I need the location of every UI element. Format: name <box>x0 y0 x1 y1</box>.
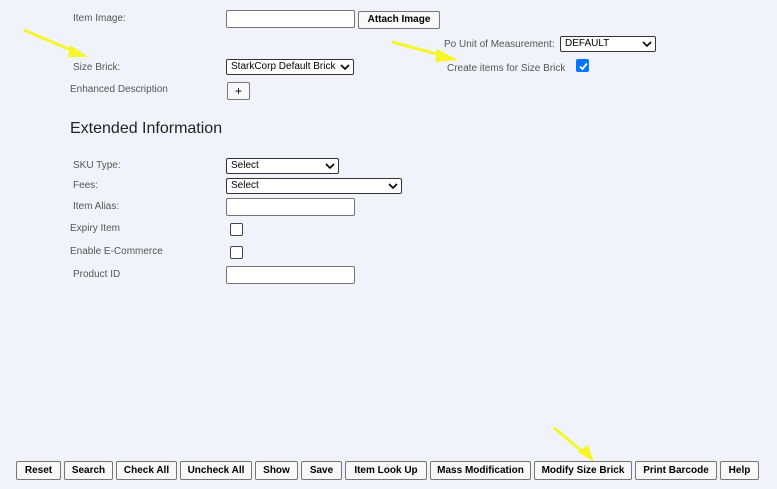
help-button[interactable]: Help <box>720 461 759 480</box>
chevron-down-icon <box>325 163 335 170</box>
enhanced-description-add-button[interactable]: + <box>227 82 250 100</box>
create-items-checkbox[interactable] <box>576 59 589 72</box>
attach-image-button[interactable]: Attach Image <box>358 11 440 29</box>
fees-select[interactable]: Select <box>226 178 402 194</box>
yellow-arrow-icon <box>23 28 88 57</box>
po-unit-value: DEFAULT <box>565 38 610 49</box>
chevron-down-icon <box>340 64 350 71</box>
checkmark-icon <box>579 62 588 71</box>
search-button[interactable]: Search <box>64 461 113 480</box>
fees-label: Fees: <box>73 180 99 191</box>
uncheck-all-button[interactable]: Uncheck All <box>180 461 252 480</box>
check-all-button[interactable]: Check All <box>116 461 177 480</box>
item-image-label: Item Image: <box>73 13 126 24</box>
size-brick-select[interactable]: StarkCorp Default Brick <box>226 59 354 75</box>
size-brick-label: Size Brick: <box>73 62 121 73</box>
reset-button[interactable]: Reset <box>16 461 61 480</box>
expiry-item-label: Expiry Item <box>70 223 121 234</box>
product-id-input[interactable] <box>226 266 355 284</box>
product-id-label: Product ID <box>73 269 121 280</box>
enable-ecommerce-label: Enable E-Commerce <box>70 246 163 257</box>
chevron-down-icon <box>642 41 652 48</box>
mass-modification-button[interactable]: Mass Modification <box>430 461 531 480</box>
print-barcode-button[interactable]: Print Barcode <box>635 461 717 480</box>
enhanced-description-label: Enhanced Description <box>70 84 168 95</box>
fees-value: Select <box>231 180 259 191</box>
save-button[interactable]: Save <box>301 461 342 480</box>
item-image-input[interactable] <box>226 10 355 28</box>
sku-type-label: SKU Type: <box>73 160 121 171</box>
size-brick-value: StarkCorp Default Brick <box>231 61 336 72</box>
item-alias-label: Item Alias: <box>73 201 120 212</box>
expiry-item-checkbox[interactable] <box>230 223 243 236</box>
sku-type-value: Select <box>231 160 259 171</box>
po-unit-select[interactable]: DEFAULT <box>560 36 656 52</box>
item-look-up-button[interactable]: Item Look Up <box>345 461 427 480</box>
show-button[interactable]: Show <box>255 461 298 480</box>
yellow-arrow-icon <box>391 40 458 62</box>
chevron-down-icon <box>388 183 398 190</box>
po-unit-label: Po Unit of Measurement: <box>444 39 555 50</box>
modify-size-brick-button[interactable]: Modify Size Brick <box>534 461 632 480</box>
create-items-label: Create items for Size Brick <box>447 63 566 74</box>
yellow-arrow-icon <box>553 426 594 462</box>
sku-type-select[interactable]: Select <box>226 158 339 174</box>
extended-information-heading: Extended Information <box>70 120 223 137</box>
enable-ecommerce-checkbox[interactable] <box>230 246 243 259</box>
item-alias-input[interactable] <box>226 198 355 216</box>
